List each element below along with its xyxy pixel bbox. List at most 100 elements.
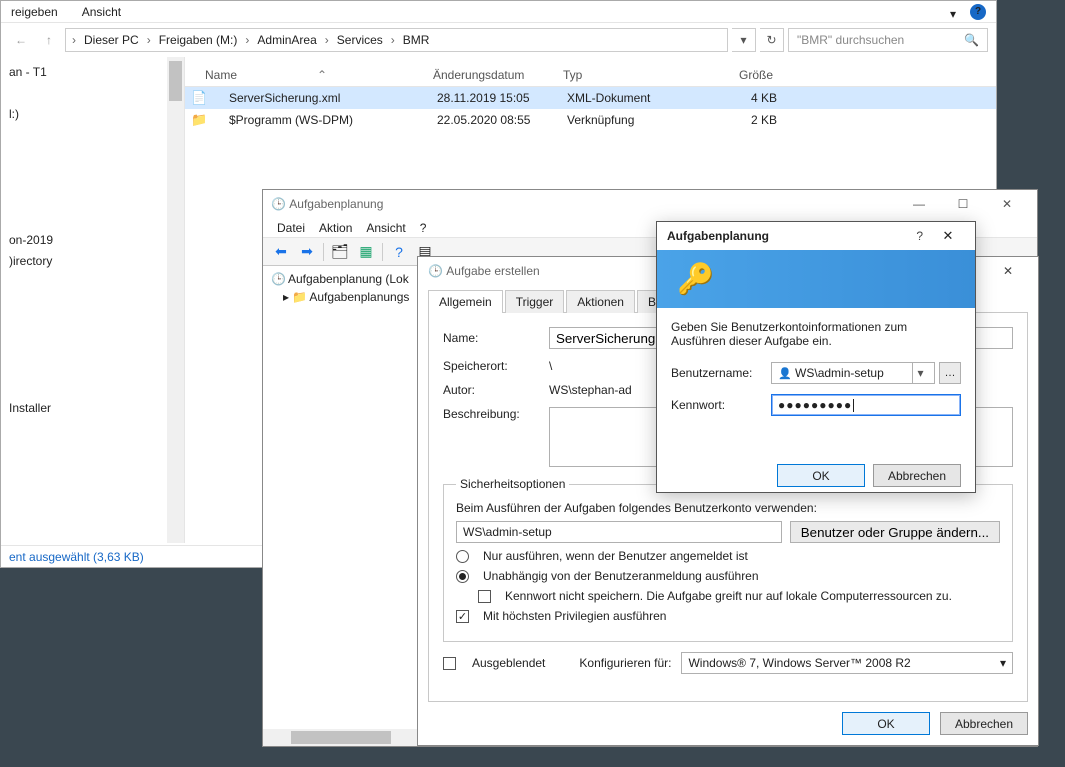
checkbox-hidden[interactable] (443, 657, 456, 670)
crumb-services[interactable]: Services (333, 33, 387, 47)
menu-file[interactable]: Datei (277, 221, 305, 235)
back-icon[interactable]: ← (9, 28, 33, 52)
history-dropdown-icon[interactable]: ▾ (732, 28, 756, 52)
radio-run-logged-on[interactable] (456, 550, 469, 563)
sort-asc-icon: ⌃ (317, 68, 327, 82)
tree-node[interactable]: Installer (1, 397, 184, 418)
explorer-icon[interactable]: 🗂 (330, 242, 350, 262)
label-username: Benutzername: (671, 366, 771, 380)
banner: 🔑 (657, 250, 975, 308)
tree-node[interactable]: )irectory (1, 250, 184, 271)
chevron-right-icon: › (70, 33, 78, 47)
tree-root[interactable]: 🕒 Aufgabenplanung (Lok (267, 270, 413, 288)
explorer-nav: ← ↑ › Dieser PC › Freigaben (M:) › Admin… (1, 23, 996, 57)
help-icon[interactable]: ? (970, 4, 986, 20)
security-options: Sicherheitsoptionen Beim Ausführen der A… (443, 477, 1013, 642)
tab-general[interactable]: Allgemein (428, 290, 503, 313)
column-date[interactable]: Änderungsdatum (433, 68, 563, 82)
menu-action[interactable]: Aktion (319, 221, 352, 235)
cancel-button[interactable]: Abbrechen (873, 464, 961, 487)
search-icon[interactable]: 🔍 (964, 33, 979, 47)
radio-run-whether[interactable] (456, 570, 469, 583)
help-icon[interactable]: ? (389, 242, 409, 262)
minimize-icon[interactable]: — (897, 190, 941, 218)
legend-security: Sicherheitsoptionen (456, 477, 569, 491)
tab-actions[interactable]: Aktionen (566, 290, 635, 313)
cancel-button[interactable]: Abbrechen (940, 712, 1028, 735)
file-date: 22.05.2020 08:55 (437, 113, 567, 127)
maximize-icon[interactable]: ☐ (941, 190, 985, 218)
tree-node[interactable]: on-2019 (1, 229, 184, 250)
column-name[interactable]: Name⌃ (185, 68, 433, 82)
tree-library[interactable]: ▸ 📁 Aufgabenplanungs (267, 288, 413, 306)
scheduler-tree[interactable]: 🕒 Aufgabenplanung (Lok ▸ 📁 Aufgabenplanu… (263, 266, 418, 728)
ok-button[interactable]: OK (777, 464, 865, 487)
checkbox-highest-privileges[interactable] (456, 610, 469, 623)
crumb-drive[interactable]: Freigaben (M:) (155, 33, 242, 47)
list-item[interactable]: 📄 ServerSicherung.xml 28.11.2019 15:05 X… (185, 87, 996, 109)
file-type: XML-Dokument (567, 91, 717, 105)
menu-view[interactable]: Ansicht (366, 221, 405, 235)
ok-button[interactable]: OK (842, 712, 930, 735)
checkbox-no-store-password[interactable] (478, 590, 491, 603)
label-configure: Konfigurieren für: (579, 656, 671, 670)
file-date: 28.11.2019 15:05 (437, 91, 567, 105)
clock-icon: 🕒 (428, 264, 443, 278)
tree-node[interactable]: an - T1 (1, 61, 184, 82)
tree-node[interactable]: l:) (1, 103, 184, 124)
file-name: $Programm (WS-DPM) (209, 113, 437, 127)
credentials-prompt: Geben Sie Benutzerkontoinformationen zum… (671, 320, 961, 348)
keys-icon: 🔑 (677, 262, 714, 297)
forward-icon[interactable]: ➡ (297, 242, 317, 262)
explorer-menubar: reigeben Ansicht ▾ ? (1, 1, 996, 23)
file-name: ServerSicherung.xml (209, 91, 437, 105)
menu-view[interactable]: Ansicht (82, 5, 121, 19)
search-placeholder: "BMR" durchsuchen (797, 33, 904, 47)
file-size: 2 KB (717, 113, 797, 127)
password-input[interactable]: ●●●●●●●●● (771, 394, 961, 416)
explorer-tree[interactable]: an - T1 l:) on-2019 )irectory Installer (1, 57, 185, 543)
back-icon[interactable]: ⬅ (271, 242, 291, 262)
menu-help[interactable]: ? (420, 221, 427, 235)
browse-user-button[interactable]: … (939, 362, 961, 384)
label-password: Kennwort: (671, 398, 771, 412)
column-type[interactable]: Typ (563, 68, 713, 82)
dialog-title: Aufgabenplanung (667, 229, 769, 243)
search-input[interactable]: "BMR" durchsuchen 🔍 (788, 28, 988, 52)
label-author: Autor: (443, 383, 549, 397)
value-author: WS\stephan-ad (549, 383, 632, 397)
security-prompt: Beim Ausführen der Aufgaben folgendes Be… (456, 501, 1000, 515)
close-icon[interactable]: ✕ (985, 190, 1029, 218)
configure-for-select[interactable]: Windows® 7, Windows Server™ 2008 R2 ▾ (681, 652, 1013, 674)
change-user-button[interactable]: Benutzer oder Gruppe ändern... (790, 521, 1000, 543)
shortcut-icon: 📁 (191, 112, 209, 128)
file-xml-icon: 📄 (191, 90, 209, 106)
dialog-title-bar[interactable]: Aufgabenplanung ? ✕ (657, 222, 975, 250)
list-item[interactable]: 📁 $Programm (WS-DPM) 22.05.2020 08:55 Ve… (185, 109, 996, 131)
close-icon[interactable]: ✕ (988, 257, 1028, 285)
label-location: Speicherort: (443, 359, 549, 373)
dialog-title: Aufgabe erstellen (446, 264, 539, 278)
breadcrumb[interactable]: › Dieser PC › Freigaben (M:) › AdminArea… (65, 28, 728, 52)
column-size[interactable]: Größe (713, 68, 793, 82)
crumb-bmr[interactable]: BMR (399, 33, 434, 47)
menu-share[interactable]: reigeben (11, 5, 58, 19)
chevron-down-icon[interactable]: ▾ (950, 7, 960, 17)
crumb-pc[interactable]: Dieser PC (80, 33, 143, 47)
user-account-display: WS\admin-setup (456, 521, 782, 543)
up-icon[interactable]: ↑ (37, 28, 61, 52)
label-description: Beschreibung: (443, 407, 549, 421)
label-name: Name: (443, 331, 549, 345)
window-title-bar[interactable]: 🕒 Aufgabenplanung — ☐ ✕ (263, 190, 1037, 218)
details-icon[interactable]: ▦ (356, 242, 376, 262)
crumb-adminarea[interactable]: AdminArea (253, 33, 320, 47)
label-hidden: Ausgeblendet (472, 656, 545, 670)
refresh-icon[interactable]: ↻ (760, 28, 784, 52)
file-size: 4 KB (717, 91, 797, 105)
username-combo[interactable]: 👤 WS\admin-setup ▾ (771, 362, 935, 384)
tab-triggers[interactable]: Trigger (505, 290, 565, 313)
chevron-down-icon[interactable]: ▾ (912, 363, 928, 383)
help-icon[interactable]: ? (908, 229, 931, 243)
clock-icon: 🕒 (271, 197, 286, 211)
close-icon[interactable]: ✕ (931, 228, 965, 244)
